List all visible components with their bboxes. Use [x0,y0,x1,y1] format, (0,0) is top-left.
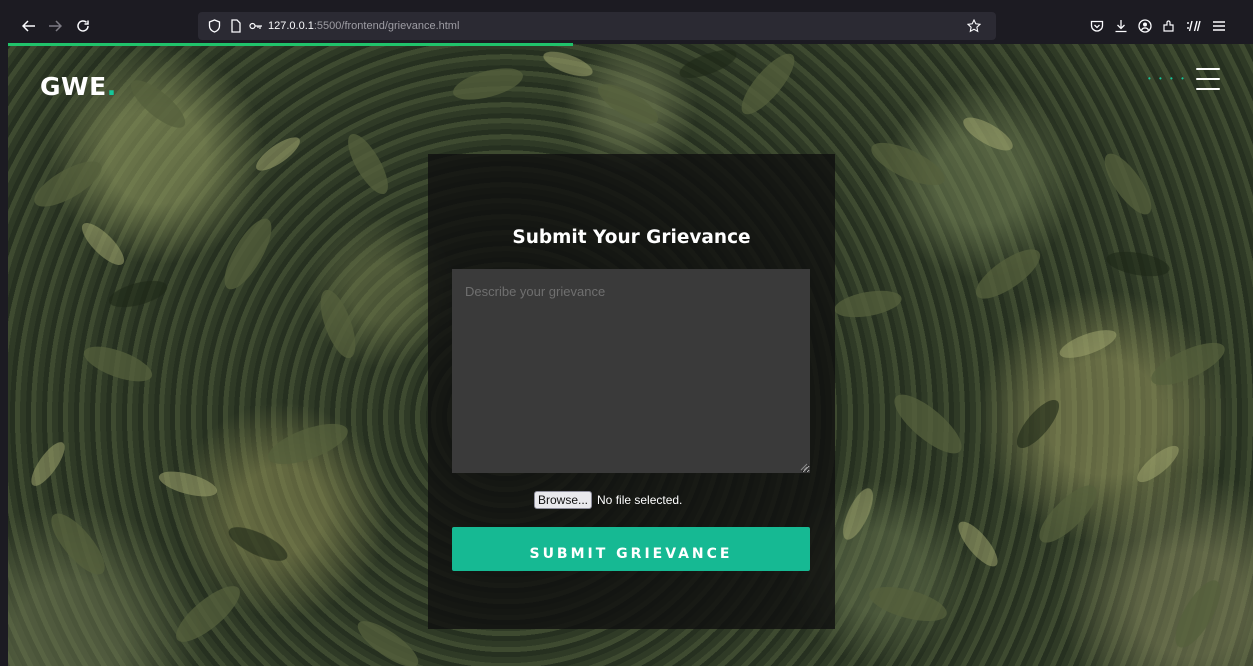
back-icon[interactable] [18,8,40,44]
url-text[interactable]: 127.0.0.1:5500/frontend/grievance.html [268,12,459,40]
logo-dot: . [106,72,117,101]
grievance-textarea[interactable] [452,269,810,473]
hamburger-menu-icon[interactable] [1196,68,1220,90]
pocket-icon[interactable] [1086,8,1108,44]
hamburger-line [1196,78,1220,80]
forward-icon[interactable] [44,8,66,44]
file-input[interactable]: Browse... No file selected. [534,491,682,509]
grievance-form-card: Submit Your Grievance Browse... No file … [428,154,835,629]
devtools-icon[interactable] [1183,8,1205,44]
submit-grievance-button[interactable]: SUBMIT GRIEVANCE [452,527,810,571]
site-logo[interactable]: GWE. [40,72,117,101]
extensions-icon[interactable] [1158,8,1180,44]
url-host: 127.0.0.1 [268,20,314,32]
browser-toolbar: 127.0.0.1:5500/frontend/grievance.html [8,8,1253,44]
browse-button[interactable]: Browse... [534,491,593,509]
page-load-progress [8,43,573,46]
hamburger-line [1196,88,1220,90]
resize-grip-icon[interactable] [798,461,808,471]
form-title: Submit Your Grievance [512,227,751,248]
file-status-text: No file selected. [597,493,683,507]
url-path: :5500/frontend/grievance.html [313,20,460,32]
key-icon[interactable] [248,12,264,40]
account-icon[interactable] [1134,8,1156,44]
tracking-shield-icon[interactable] [206,12,222,40]
reload-icon[interactable] [72,8,94,44]
page-icon[interactable] [228,12,244,40]
page-background: GWE. • • • • Submit Your Grievance Brows… [8,44,1253,666]
url-bar[interactable]: 127.0.0.1:5500/frontend/grievance.html [198,12,996,40]
star-icon[interactable] [966,12,982,40]
hamburger-line [1196,68,1220,70]
logo-text: GWE [40,72,107,101]
download-icon[interactable] [1110,8,1132,44]
menu-dots-label: • • • • [1148,74,1187,83]
app-menu-icon[interactable] [1208,8,1230,44]
